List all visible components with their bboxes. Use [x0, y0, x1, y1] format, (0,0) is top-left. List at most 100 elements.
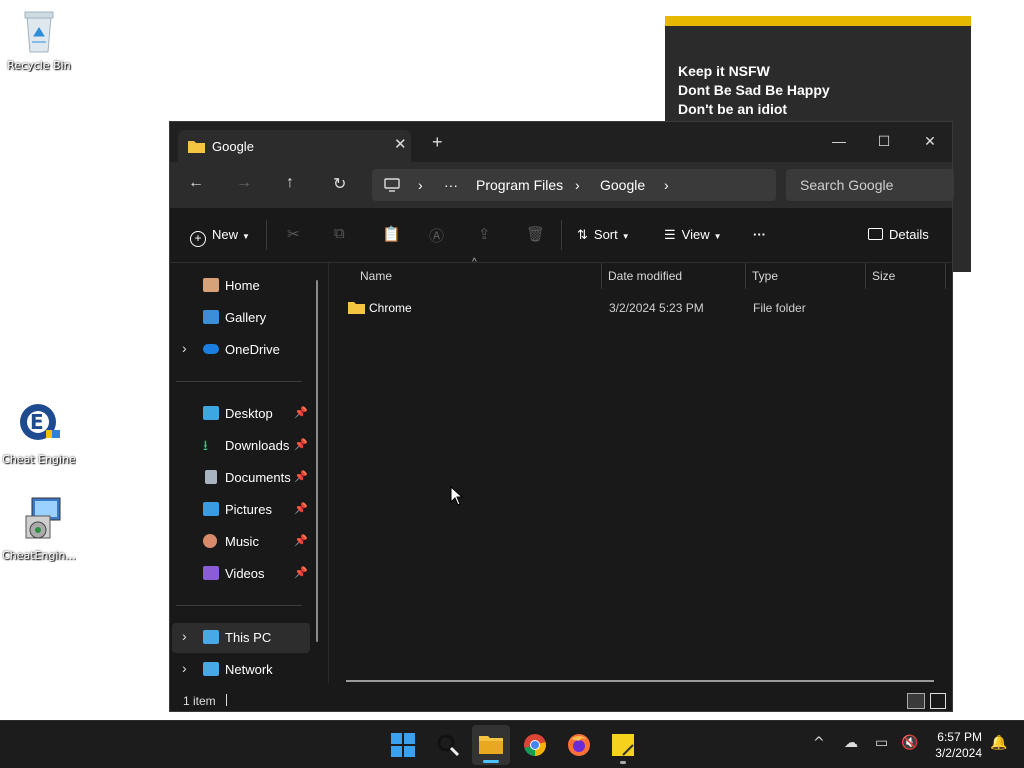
horizontal-scrollbar[interactable] — [346, 680, 934, 682]
details-view-icon[interactable] — [907, 693, 925, 709]
file-explorer-app[interactable] — [472, 725, 510, 765]
large-icons-view-icon[interactable] — [930, 693, 946, 709]
onedrive-status-icon[interactable]: ☁ — [844, 735, 858, 751]
desktop-folder-icon — [203, 406, 219, 420]
details-pane-button[interactable]: Details — [868, 227, 929, 242]
pin-icon[interactable]: 📌 — [294, 438, 308, 451]
clock-date: 3/2/2024 — [935, 746, 982, 760]
show-hidden-icons-button[interactable]: ^ — [813, 735, 825, 751]
desktop-icon-recycle-bin[interactable]: Recycle Bin — [2, 8, 76, 72]
breadcrumb-google[interactable]: Google — [600, 177, 645, 193]
more-options-button[interactable]: ··· — [753, 227, 766, 242]
breadcrumb-program-files[interactable]: Program Files — [476, 177, 563, 193]
title-bar[interactable]: Google ✕ + — ☐ ✕ — [170, 122, 952, 162]
sidebar-scrollbar[interactable] — [316, 280, 318, 642]
sidebar-item-documents[interactable]: Documents 📌 — [170, 463, 320, 493]
close-window-button[interactable]: ✕ — [907, 127, 953, 155]
pin-icon[interactable]: 📌 — [294, 502, 308, 515]
breadcrumb-more-button[interactable]: ··· — [444, 177, 458, 193]
sidebar-item-network[interactable]: › Network — [170, 655, 320, 685]
plus-circle-icon: + — [190, 231, 206, 247]
chrome-icon[interactable] — [523, 733, 547, 757]
sidebar-item-videos[interactable]: Videos 📌 — [170, 559, 320, 589]
sticky-notes-icon[interactable] — [611, 733, 635, 757]
tab-google[interactable]: Google ✕ — [178, 130, 411, 162]
sticky-note-header[interactable] — [665, 16, 971, 26]
notification-bell-icon[interactable]: 🔔 — [990, 735, 1007, 751]
pin-icon[interactable]: 📌 — [294, 406, 308, 419]
rename-icon[interactable]: Ⓐ — [429, 225, 444, 246]
address-bar[interactable]: › ··· Program Files › Google › — [372, 169, 776, 201]
column-divider[interactable] — [945, 263, 946, 289]
sticky-note-line: Don't be an idiot — [678, 101, 788, 117]
copy-icon[interactable]: ⧉ — [334, 225, 345, 242]
file-name: Chrome — [369, 301, 412, 315]
forward-button[interactable]: → — [236, 174, 252, 192]
desktop-icon-cheat-engine[interactable]: E Cheat Engine — [2, 400, 76, 466]
pin-icon[interactable]: 📌 — [294, 534, 308, 547]
cut-icon[interactable]: ✂ — [287, 225, 300, 243]
volume-icon[interactable]: 🔇 — [901, 735, 918, 751]
chevron-right-icon[interactable]: › — [182, 660, 187, 676]
mouse-cursor-icon — [450, 486, 464, 506]
back-button[interactable]: ← — [188, 174, 204, 192]
sidebar-item-pictures[interactable]: Pictures 📌 — [170, 495, 320, 525]
column-header-size[interactable]: Size — [872, 269, 895, 283]
column-divider[interactable] — [601, 263, 602, 289]
new-button-label: New — [212, 227, 239, 242]
sidebar-divider — [176, 605, 302, 606]
folder-icon — [188, 141, 205, 153]
column-header-date-modified[interactable]: Date modified — [608, 269, 682, 283]
search-icon[interactable] — [436, 733, 460, 757]
maximize-button[interactable]: ☐ — [861, 127, 907, 155]
network-status-icon[interactable]: ▭ — [875, 735, 888, 751]
toolbar-divider — [266, 220, 267, 250]
close-tab-button[interactable]: ✕ — [394, 135, 407, 153]
sidebar-item-label: Home — [225, 278, 260, 293]
chevron-right-icon[interactable]: › — [182, 340, 187, 356]
refresh-button[interactable]: ↻ — [333, 174, 346, 194]
up-button[interactable]: ↑ — [286, 174, 294, 192]
desktop-icon-cheat-engine-setup[interactable]: CheatEngin... — [2, 496, 76, 562]
breadcrumb-separator: › — [575, 177, 580, 193]
search-box[interactable]: Search Google — [786, 169, 954, 201]
sidebar-item-music[interactable]: Music 📌 — [170, 527, 320, 557]
paste-icon[interactable]: 📋 — [382, 225, 401, 243]
sidebar-item-gallery[interactable]: Gallery — [170, 303, 320, 333]
status-divider — [226, 694, 227, 706]
chevron-down-icon: ▼ — [242, 232, 250, 241]
file-list: ^ Name Date modified Type Size Chrome 3/… — [328, 257, 953, 683]
sidebar-item-label: OneDrive — [225, 342, 280, 357]
desktop-icon-label: CheatEngin... — [2, 549, 76, 562]
minimize-button[interactable]: — — [816, 127, 862, 155]
pin-icon[interactable]: 📌 — [294, 566, 308, 579]
clock[interactable]: 6:57 PM 3/2/2024 — [924, 729, 982, 761]
new-tab-button[interactable]: + — [432, 132, 443, 153]
documents-icon — [205, 470, 217, 484]
delete-icon[interactable]: 🗑 — [526, 225, 545, 243]
installer-icon — [25, 497, 61, 539]
search-input[interactable]: Search Google — [800, 177, 893, 193]
start-icon[interactable] — [391, 733, 415, 757]
sidebar-item-home[interactable]: Home — [170, 271, 320, 301]
column-header-type[interactable]: Type — [752, 269, 778, 283]
sticky-note-body[interactable]: Keep it NSFW Dont Be Sad Be Happy Don't … — [665, 26, 971, 119]
chevron-right-icon[interactable]: › — [182, 628, 187, 644]
view-button[interactable]: ☰ View ▼ — [664, 227, 722, 243]
column-divider[interactable] — [865, 263, 866, 289]
share-icon[interactable]: ⇪ — [478, 225, 491, 243]
column-divider[interactable] — [745, 263, 746, 289]
firefox-icon[interactable] — [567, 733, 591, 757]
sort-button[interactable]: ⇅ Sort ▼ — [577, 227, 630, 243]
sidebar-item-this-pc[interactable]: › This PC — [172, 623, 310, 653]
new-button[interactable]: + New ▼ — [190, 227, 250, 247]
navigation-pane: Home Gallery › OneDrive Desktop 📌 ⭳ Down… — [170, 263, 328, 679]
cheat-engine-icon: E — [20, 404, 60, 440]
file-row-chrome[interactable]: Chrome 3/2/2024 5:23 PM File folder — [345, 295, 945, 321]
pin-icon[interactable]: 📌 — [294, 470, 308, 483]
sidebar-item-downloads[interactable]: ⭳ Downloads 📌 — [170, 431, 320, 461]
sidebar-item-onedrive[interactable]: › OneDrive — [170, 335, 320, 365]
column-header-name[interactable]: Name — [360, 269, 392, 283]
sidebar-item-desktop[interactable]: Desktop 📌 — [170, 399, 320, 429]
recycle-bin-icon — [24, 11, 54, 53]
